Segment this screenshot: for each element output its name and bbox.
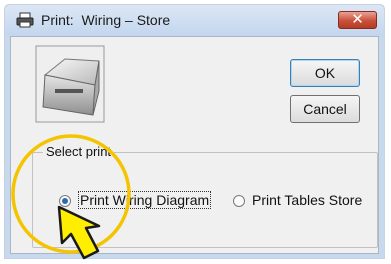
printer-icon [16, 12, 34, 28]
printer-illustration [35, 45, 105, 123]
radio-label-print-wiring-diagram[interactable]: Print Wiring Diagram [78, 191, 212, 209]
dialog-body: OK Cancel Select print Print Wiring Diag… [10, 36, 379, 254]
group-label: Select print [43, 144, 115, 159]
window-title: Print: Wiring – Store [41, 12, 171, 28]
title-bar[interactable]: Print: Wiring – Store ✕ [5, 5, 384, 36]
radio-print-wiring-diagram[interactable] [59, 195, 71, 207]
close-button[interactable]: ✕ [338, 11, 377, 29]
cancel-button[interactable]: Cancel [290, 95, 360, 123]
select-print-group: Select print Print Wiring Diagram Print … [32, 144, 378, 248]
radio-print-tables-store[interactable] [233, 195, 245, 207]
ok-button[interactable]: OK [290, 59, 360, 87]
print-dialog: Print: Wiring – Store ✕ OK Cancel Select… [4, 4, 385, 259]
close-icon: ✕ [351, 11, 364, 28]
radio-label-print-tables-store[interactable]: Print Tables Store [252, 192, 362, 208]
radio-selected-dot [62, 198, 68, 204]
